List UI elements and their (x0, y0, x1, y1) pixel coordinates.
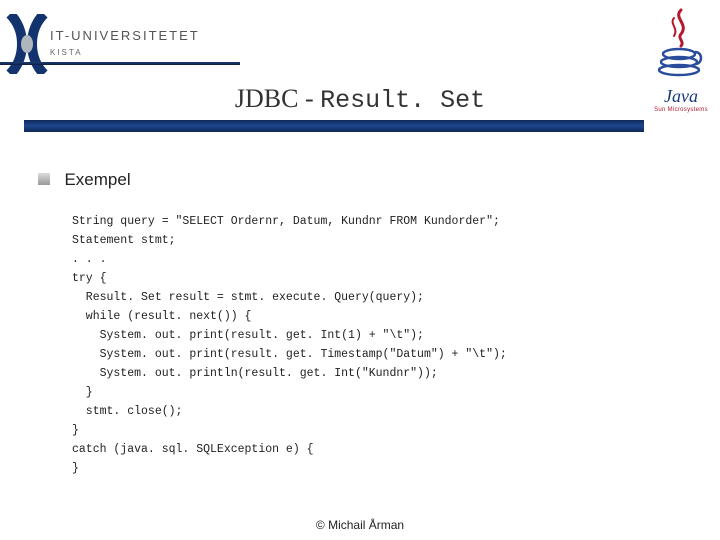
title-band (24, 120, 644, 132)
university-logo-block: IT-UNIVERSITETET KISTA (0, 14, 240, 74)
java-cup-icon (657, 8, 705, 78)
footer-credit: © Michail Årman (0, 518, 720, 532)
slide-title-mono: Result. Set (320, 86, 485, 115)
university-mark-icon (6, 14, 48, 74)
section-heading: Exempel (38, 170, 131, 190)
section-label: Exempel (64, 170, 130, 189)
code-block: String query = "SELECT Ordernr, Datum, K… (72, 212, 507, 478)
slide-title: JDBC - Result. Set (0, 84, 720, 115)
logo-underline (0, 62, 240, 65)
university-name: IT-UNIVERSITETET (50, 28, 200, 43)
slide-title-plain: JDBC - (235, 84, 320, 113)
university-subtitle: KISTA (50, 48, 83, 57)
bullet-icon (38, 173, 50, 185)
